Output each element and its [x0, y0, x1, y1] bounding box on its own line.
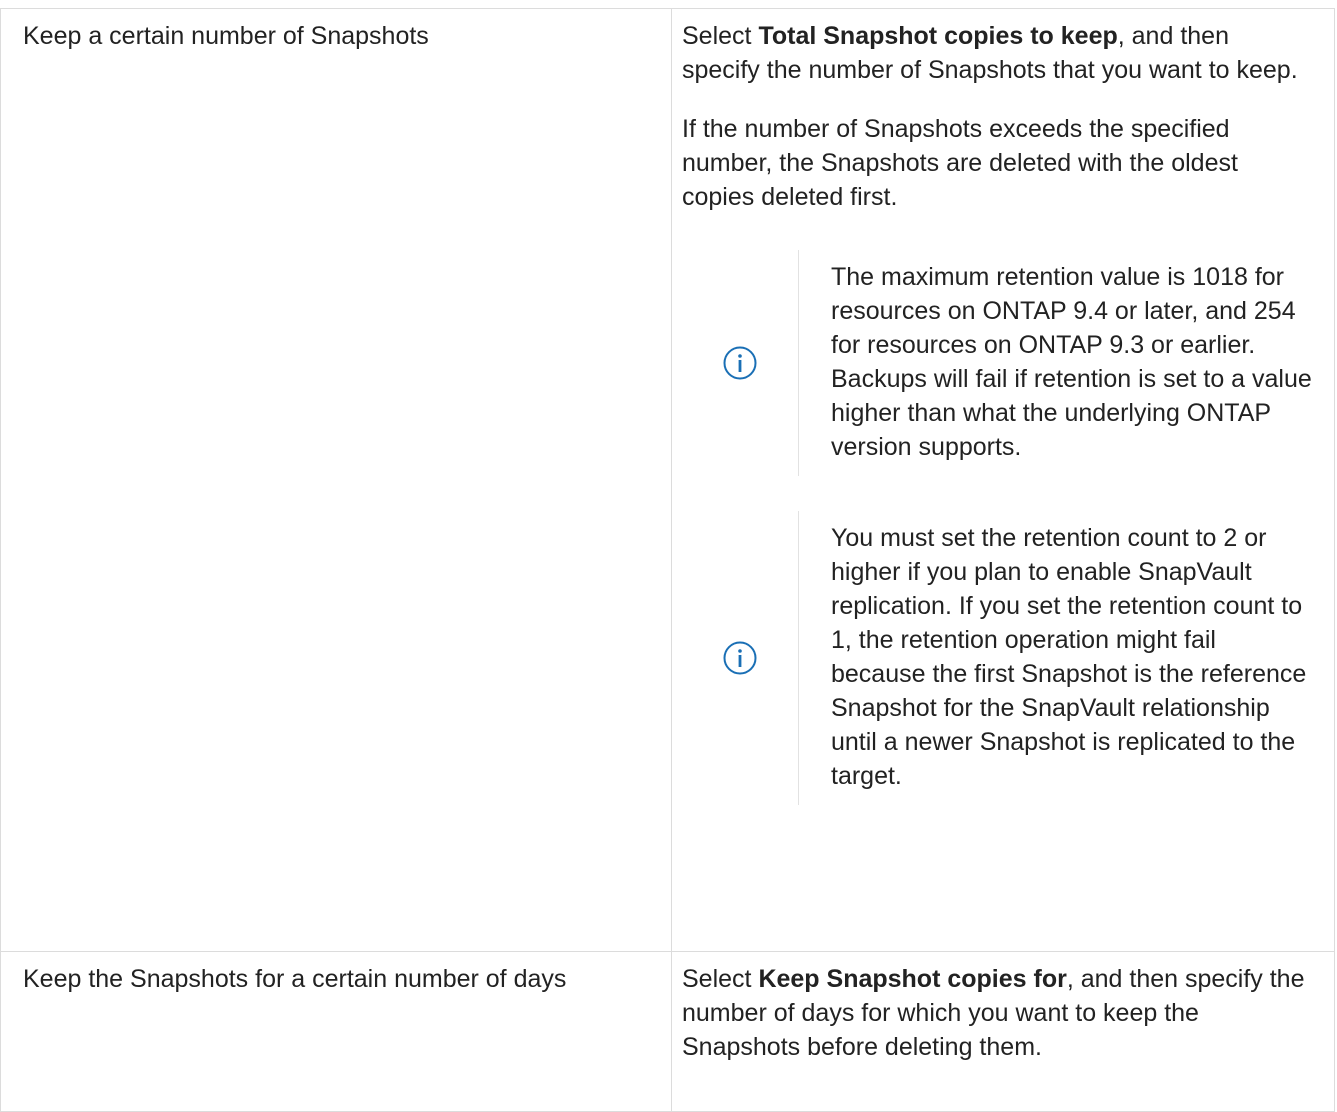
table-cell-description: Select Keep Snapshot copies for, and the…	[671, 951, 1335, 1112]
table-row: Keep a certain number of Snapshots Selec…	[0, 8, 1335, 952]
note-block: The maximum retention value is 1018 for …	[682, 250, 1312, 476]
ui-option-name: Keep Snapshot copies for	[758, 965, 1067, 993]
table-cell-option: Keep a certain number of Snapshots	[0, 8, 672, 952]
option-label: Keep a certain number of Snapshots	[23, 22, 429, 50]
table-row: Keep the Snapshots for a certain number …	[0, 951, 1335, 1112]
note-text: The maximum retention value is 1018 for …	[831, 263, 1312, 461]
ui-option-name: Total Snapshot copies to keep	[758, 22, 1118, 50]
description-paragraph: Select Total Snapshot copies to keep, an…	[682, 22, 1298, 84]
note-block: You must set the retention count to 2 or…	[682, 511, 1312, 805]
note-text: You must set the retention count to 2 or…	[831, 524, 1307, 790]
info-icon	[723, 346, 757, 380]
info-icon	[723, 641, 757, 675]
retention-options-table: Keep a certain number of Snapshots Selec…	[0, 8, 1335, 1112]
option-label: Keep the Snapshots for a certain number …	[23, 965, 567, 993]
table-cell-option: Keep the Snapshots for a certain number …	[0, 951, 672, 1112]
description-paragraph: Select Keep Snapshot copies for, and the…	[682, 965, 1305, 1061]
table-cell-description: Select Total Snapshot copies to keep, an…	[671, 8, 1335, 952]
description-paragraph: If the number of Snapshots exceeds the s…	[682, 115, 1238, 211]
